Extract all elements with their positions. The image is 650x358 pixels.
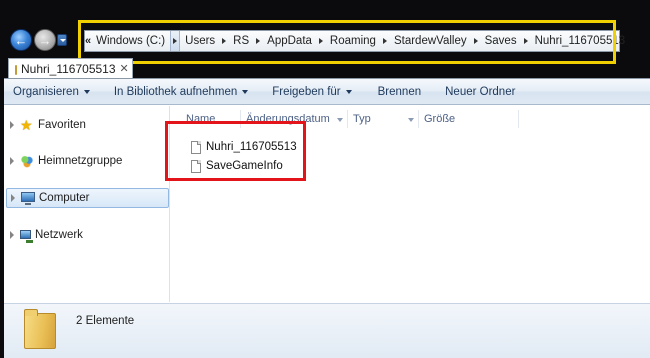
new-folder-button[interactable]: Neuer Ordner bbox=[436, 81, 524, 103]
explorer-body: Organisieren In Bibliothek aufnehmen Fre… bbox=[4, 78, 650, 358]
breadcrumb-roaming[interactable]: Roaming bbox=[325, 35, 381, 47]
computer-icon bbox=[21, 192, 35, 205]
share-with-button[interactable]: Freigeben für bbox=[263, 81, 360, 103]
chevron-right-icon[interactable] bbox=[318, 38, 323, 44]
network-icon bbox=[20, 229, 33, 243]
nav-item-homegroup[interactable]: Heimnetzgruppe bbox=[10, 151, 122, 171]
file-list-pane: Name Änderungsdatum Typ Größe Nuhri_1167… bbox=[171, 106, 650, 302]
details-pane: 2 Elemente bbox=[4, 303, 650, 358]
close-icon[interactable]: ✕ bbox=[120, 62, 129, 75]
address-bar[interactable]: « Windows (C:) Users RS AppData Roaming … bbox=[84, 30, 625, 52]
chevron-down-icon bbox=[83, 89, 90, 94]
breadcrumb-drive[interactable]: Windows (C:) bbox=[91, 35, 170, 47]
column-header-name[interactable]: Name bbox=[181, 110, 241, 128]
breadcrumb-stardewvalley[interactable]: StardewValley bbox=[389, 35, 472, 47]
expand-arrow-icon[interactable] bbox=[11, 194, 15, 202]
file-icon bbox=[191, 140, 201, 154]
nav-item-computer[interactable]: Computer bbox=[6, 188, 169, 208]
folder-icon bbox=[24, 309, 56, 349]
chevron-right-icon[interactable] bbox=[523, 38, 528, 44]
chevron-right-icon[interactable] bbox=[473, 38, 478, 44]
column-header-type[interactable]: Typ bbox=[348, 110, 419, 128]
breadcrumb-appdata[interactable]: AppData bbox=[262, 35, 317, 47]
item-count: 2 Elemente bbox=[76, 315, 135, 327]
back-arrow-icon: ← bbox=[14, 32, 28, 48]
organize-label: Organisieren bbox=[13, 85, 79, 98]
file-row[interactable]: Nuhri_116705513 bbox=[191, 138, 297, 156]
tab-title: Nuhri_116705513 bbox=[21, 61, 116, 76]
breadcrumb-current-folder[interactable]: Nuhri_116705513 bbox=[530, 35, 631, 47]
file-name: Nuhri_116705513 bbox=[206, 141, 297, 153]
include-in-library-label: In Bibliothek aufnehmen bbox=[113, 85, 238, 98]
breadcrumb-rs[interactable]: RS bbox=[228, 35, 254, 47]
file-name: SaveGameInfo bbox=[206, 160, 283, 172]
homegroup-icon bbox=[20, 154, 34, 168]
column-header-date[interactable]: Änderungsdatum bbox=[241, 110, 348, 128]
chevron-down-icon bbox=[337, 118, 343, 122]
nav-item-favorites[interactable]: ★ Favoriten bbox=[10, 115, 86, 135]
share-with-label: Freigeben für bbox=[272, 85, 341, 98]
column-header-label: Name bbox=[186, 113, 216, 125]
column-header-size[interactable]: Größe bbox=[419, 110, 519, 128]
chevron-right-icon[interactable] bbox=[256, 38, 261, 44]
organize-button[interactable]: Organisieren bbox=[4, 81, 99, 103]
nav-item-label: Favoriten bbox=[38, 119, 86, 131]
folder-icon bbox=[15, 64, 17, 75]
forward-button[interactable]: → bbox=[34, 29, 56, 51]
breadcrumb-users[interactable]: Users bbox=[180, 35, 220, 47]
column-header-label: Änderungsdatum bbox=[246, 113, 330, 125]
file-icon bbox=[191, 159, 201, 173]
include-in-library-button[interactable]: In Bibliothek aufnehmen bbox=[105, 81, 257, 103]
tab-current-folder[interactable]: Nuhri_116705513 ✕ bbox=[8, 58, 133, 78]
back-button[interactable]: ← bbox=[10, 29, 32, 51]
nav-item-label: Computer bbox=[39, 192, 90, 204]
nav-item-label: Heimnetzgruppe bbox=[38, 155, 123, 167]
chevron-right-icon[interactable] bbox=[222, 38, 227, 44]
chevron-right-icon bbox=[173, 38, 178, 44]
chevron-down-icon bbox=[345, 89, 352, 94]
chevron-down-icon bbox=[408, 118, 414, 122]
new-folder-label: Neuer Ordner bbox=[445, 85, 516, 98]
address-area: ← → « Windows (C:) Users RS AppData Roam… bbox=[0, 22, 650, 56]
nav-item-label: Netzwerk bbox=[35, 229, 83, 241]
burn-label: Brennen bbox=[377, 85, 422, 98]
burn-button[interactable]: Brennen bbox=[369, 81, 430, 103]
command-bar: Organisieren In Bibliothek aufnehmen Fre… bbox=[4, 79, 650, 105]
explorer-window: ← → « Windows (C:) Users RS AppData Roam… bbox=[0, 0, 650, 358]
column-header-label: Größe bbox=[424, 113, 456, 125]
chevron-down-icon bbox=[242, 89, 249, 94]
recent-pages-dropdown[interactable] bbox=[57, 34, 67, 46]
expand-arrow-icon[interactable] bbox=[10, 157, 14, 165]
column-header-label: Typ bbox=[353, 113, 371, 125]
expand-arrow-icon[interactable] bbox=[10, 231, 14, 239]
file-row[interactable]: SaveGameInfo bbox=[191, 157, 283, 175]
expand-arrow-icon[interactable] bbox=[10, 121, 14, 129]
breadcrumb-saves[interactable]: Saves bbox=[480, 35, 522, 47]
nav-item-network[interactable]: Netzwerk bbox=[10, 225, 83, 245]
chevron-right-icon[interactable] bbox=[382, 38, 387, 44]
forward-arrow-icon: → bbox=[38, 32, 52, 48]
navigation-pane: ★ Favoriten Heimnetzgruppe Computer Netz… bbox=[4, 106, 170, 302]
star-icon: ★ bbox=[20, 117, 33, 133]
breadcrumb-separator[interactable] bbox=[170, 31, 181, 51]
